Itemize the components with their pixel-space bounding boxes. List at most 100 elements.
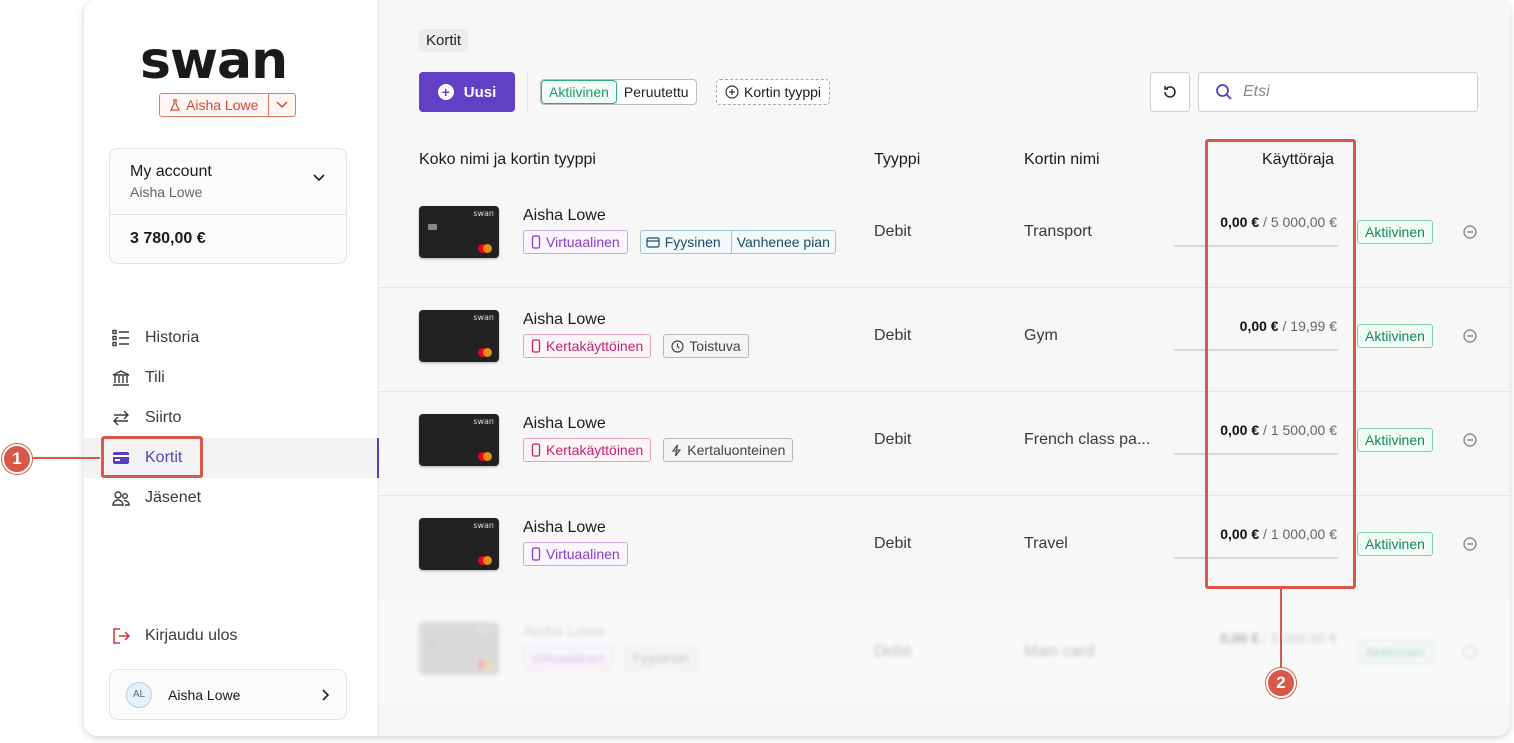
tag-physical: Fyysinen Vanhenee pian bbox=[639, 230, 836, 254]
card-name: Gym bbox=[1024, 327, 1058, 344]
mastercard-icon bbox=[478, 244, 492, 253]
status-badge: Aktiivinen bbox=[1357, 428, 1433, 452]
status-badge: Aktiivinen bbox=[1357, 220, 1433, 244]
flask-icon bbox=[170, 99, 180, 111]
project-switcher[interactable]: Aisha Lowe bbox=[159, 93, 297, 117]
table-row: swan Aisha Lowe Virtuaalinen Fyysinen De… bbox=[379, 600, 1510, 704]
tag-virtual: Virtuaalinen bbox=[523, 230, 628, 254]
card-thumbnail: swan bbox=[419, 206, 499, 258]
tag-physical: Fyysinen bbox=[624, 646, 697, 670]
card-holder: Aisha Lowe bbox=[523, 415, 606, 432]
callout-connector-2 bbox=[1280, 589, 1282, 668]
sidebar-item-label: Siirto bbox=[145, 409, 182, 426]
logout-icon bbox=[113, 628, 131, 644]
card-type: Debit bbox=[874, 643, 912, 660]
card-tags: Virtuaalinen Fyysinen bbox=[523, 646, 697, 670]
sidebar-item-label: Historia bbox=[145, 329, 200, 346]
card-thumbnail: swan bbox=[419, 414, 499, 466]
search-input[interactable] bbox=[1243, 83, 1443, 101]
card-tags: Kertakäyttöinen Kertaluonteinen bbox=[523, 438, 794, 462]
svg-text:swan: swan bbox=[140, 38, 287, 84]
status-filter: Aktiivinen Peruutettu bbox=[540, 79, 697, 105]
sidebar-item-label: Jäsenet bbox=[145, 489, 202, 506]
card-type-filter[interactable]: Kortin tyyppi bbox=[716, 79, 831, 105]
tag-virtual: Virtuaalinen bbox=[523, 542, 628, 566]
status-badge: Aktiivinen bbox=[1357, 324, 1433, 348]
tag-single-use: Kertakäyttöinen bbox=[523, 334, 652, 358]
phone-icon bbox=[531, 235, 541, 249]
card-tags: Kertakäyttöinen Toistuva bbox=[523, 334, 749, 358]
mastercard-icon bbox=[478, 348, 492, 357]
callout-highlight-limit-column bbox=[1205, 139, 1356, 589]
phone-icon bbox=[531, 339, 541, 353]
tag-expiring: Vanhenee pian bbox=[730, 231, 835, 253]
card-brand: swan bbox=[473, 209, 494, 218]
project-name[interactable]: Aisha Lowe bbox=[160, 94, 270, 116]
refresh-icon bbox=[1164, 86, 1176, 98]
toolbar-divider bbox=[527, 72, 528, 112]
new-card-label: Uusi bbox=[463, 83, 497, 101]
logout-label: Kirjaudu ulos bbox=[145, 627, 238, 644]
column-header-name: Koko nimi ja kortin tyyppi bbox=[419, 151, 596, 168]
cancel-card-icon bbox=[1463, 645, 1477, 659]
sidebar: swan Aisha Lowe My account Aisha Lowe 3 … bbox=[84, 0, 380, 736]
clock-icon bbox=[671, 339, 684, 353]
card-type: Debit bbox=[874, 535, 912, 552]
breadcrumb: Kortit bbox=[419, 29, 469, 52]
sidebar-item-label: Tili bbox=[145, 369, 165, 386]
new-card-button[interactable]: + Uusi bbox=[419, 72, 515, 112]
status-badge: Aktiivinen bbox=[1357, 532, 1433, 556]
sidebar-item-siirto[interactable]: Siirto bbox=[84, 398, 379, 438]
card-holder: Aisha Lowe bbox=[523, 207, 606, 224]
card-thumbnail: swan bbox=[419, 622, 499, 674]
card-tags: Virtuaalinen Fyysinen Vanhenee pian bbox=[523, 230, 836, 254]
mastercard-icon bbox=[478, 660, 492, 669]
project-dropdown-toggle[interactable] bbox=[269, 101, 295, 109]
cancel-card-icon[interactable] bbox=[1463, 225, 1477, 239]
phone-icon bbox=[531, 443, 541, 457]
column-header-card-name: Kortin nimi bbox=[1024, 151, 1100, 168]
card-type: Debit bbox=[874, 223, 912, 240]
card-thumbnail: swan bbox=[419, 310, 499, 362]
mastercard-icon bbox=[478, 556, 492, 565]
cancel-card-icon[interactable] bbox=[1463, 537, 1477, 551]
cancel-card-icon[interactable] bbox=[1463, 433, 1477, 447]
sidebar-item-tili[interactable]: Tili bbox=[84, 358, 379, 398]
logout-button[interactable]: Kirjaudu ulos bbox=[111, 626, 238, 646]
chevron-right-icon bbox=[322, 688, 330, 701]
user-profile-button[interactable]: AL Aisha Lowe bbox=[109, 669, 347, 720]
callout-highlight-kortit bbox=[101, 436, 203, 478]
card-holder: Aisha Lowe bbox=[523, 623, 606, 640]
callout-badge-2: 2 bbox=[1266, 668, 1296, 698]
status-badge: Aktiivinen bbox=[1357, 640, 1433, 664]
refresh-button[interactable] bbox=[1150, 72, 1190, 112]
sidebar-nav: Historia Tili Siirto Kortit Jäsenet bbox=[84, 318, 380, 518]
account-selector[interactable]: My account Aisha Lowe 3 780,00 € bbox=[109, 148, 347, 264]
card-name: Travel bbox=[1024, 535, 1068, 552]
search-box[interactable] bbox=[1198, 72, 1478, 112]
card-holder: Aisha Lowe bbox=[523, 519, 606, 536]
user-name: Aisha Lowe bbox=[168, 686, 241, 703]
phone-icon bbox=[531, 547, 541, 561]
bank-icon bbox=[112, 370, 130, 386]
account-header[interactable]: My account Aisha Lowe bbox=[110, 149, 346, 215]
card-icon bbox=[646, 236, 660, 248]
card-name: French class pa... bbox=[1024, 431, 1151, 448]
card-type: Debit bbox=[874, 327, 912, 344]
account-holder: Aisha Lowe bbox=[130, 184, 203, 200]
chevron-down-icon[interactable] bbox=[312, 173, 326, 182]
filter-active[interactable]: Aktiivinen bbox=[541, 80, 617, 104]
card-tags: Virtuaalinen bbox=[523, 542, 628, 566]
account-balance: 3 780,00 € bbox=[130, 230, 206, 247]
sidebar-item-jasenet[interactable]: Jäsenet bbox=[84, 478, 379, 518]
sidebar-item-historia[interactable]: Historia bbox=[84, 318, 379, 358]
tag-single-use: Kertakäyttöinen bbox=[523, 438, 652, 462]
card-holder: Aisha Lowe bbox=[523, 311, 606, 328]
cancel-card-icon[interactable] bbox=[1463, 329, 1477, 343]
plus-circle-icon bbox=[725, 85, 739, 99]
members-icon bbox=[112, 491, 130, 506]
tag-one-off: Kertaluonteinen bbox=[663, 438, 794, 462]
list-icon bbox=[112, 329, 129, 347]
card-name: Transport bbox=[1024, 223, 1092, 240]
filter-cancelled[interactable]: Peruutettu bbox=[617, 80, 696, 104]
